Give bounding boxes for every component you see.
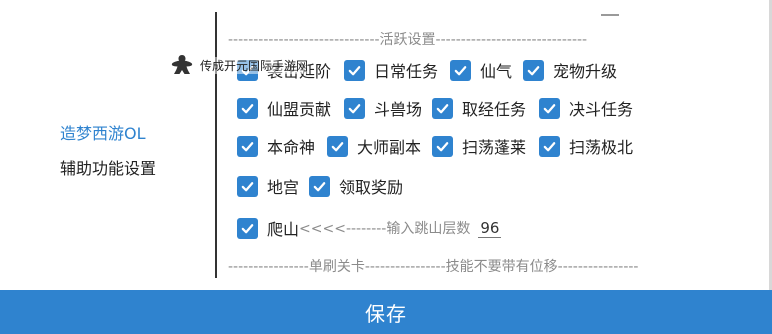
checkbox-master-dungeon[interactable]: 大师副本 [327,134,421,158]
checkbox-label: 扫荡极北 [569,138,634,157]
check-icon [344,59,365,81]
checkbox-sweep-penglai[interactable]: 扫荡蓬莱 [432,134,526,158]
checkbox-label: 斗兽场 [374,100,423,119]
sidebar-item-assist-settings[interactable]: 辅助功能设置 [60,155,156,179]
climb-hint: <<<<--------输入跳山层数 [299,221,471,237]
check-icon [432,135,453,157]
climb-row: 爬山 <<<<--------输入跳山层数 96 [237,216,502,240]
vertical-divider [215,12,217,278]
checkbox-label: 仙气 [480,62,513,81]
check-icon [237,175,258,197]
checkbox-label: 地宫 [267,178,300,197]
save-button-label: 保存 [365,301,407,326]
checkbox-pilgrimage-tasks[interactable]: 取经任务 [432,96,526,120]
checkbox-alliance-contribution[interactable]: 仙盟贡献 [237,96,331,120]
check-icon [450,59,471,81]
checkbox-label: 宠物升级 [553,62,618,81]
check-icon [539,135,560,157]
checkbox-label: 扫荡蓬莱 [462,138,527,157]
checkbox-pet-upgrade[interactable]: 宠物升级 [523,58,617,82]
check-icon [237,97,258,119]
check-icon [344,97,365,119]
checkbox-claim-rewards[interactable]: 领取奖励 [309,174,403,198]
checkbox-immortal-qi[interactable]: 仙气 [450,58,512,82]
bottom-separator: ----------------单刷关卡----------------技能不要… [228,259,639,275]
minimize-icon[interactable] [601,14,619,16]
check-icon [309,175,330,197]
checkbox-beast-arena[interactable]: 斗兽场 [344,96,422,120]
checkbox-duel-tasks[interactable]: 决斗任务 [539,96,633,120]
sidebar-item-game[interactable]: 造梦西游OL [60,120,146,144]
check-icon [327,135,348,157]
checkbox-label: 决斗任务 [569,100,634,119]
sidebar: 造梦西游OL 辅助功能设置 [0,0,215,290]
checkbox-label: 取经任务 [462,100,527,119]
climb-label: 爬山 [267,220,300,239]
checkbox-natal-god[interactable]: 本命神 [237,134,315,158]
checkbox-label: 仙盟贡献 [267,100,332,119]
checkbox-daily-tasks[interactable]: 日常任务 [344,58,438,82]
check-icon[interactable] [237,217,258,239]
checkbox-label: 日常任务 [374,62,439,81]
checkbox-underground-palace[interactable]: 地宫 [237,174,299,198]
checkbox-label: 领取奖励 [339,178,404,197]
watermark: 传成开元国际手游网 [170,53,309,77]
checkbox-sweep-far-north[interactable]: 扫荡极北 [539,134,633,158]
checkbox-label: 大师副本 [357,138,422,157]
checkbox-label: 本命神 [267,138,316,157]
check-icon [432,97,453,119]
section-header-active-settings: ------------------------------活跃设置------… [228,32,588,48]
check-icon [539,97,560,119]
check-icon [237,135,258,157]
climb-floors-input[interactable]: 96 [478,219,502,238]
check-icon [523,59,544,81]
watermark-text: 传成开元国际手游网 [200,56,309,74]
meeple-icon [171,55,193,74]
save-button[interactable]: 保存 [0,290,772,334]
